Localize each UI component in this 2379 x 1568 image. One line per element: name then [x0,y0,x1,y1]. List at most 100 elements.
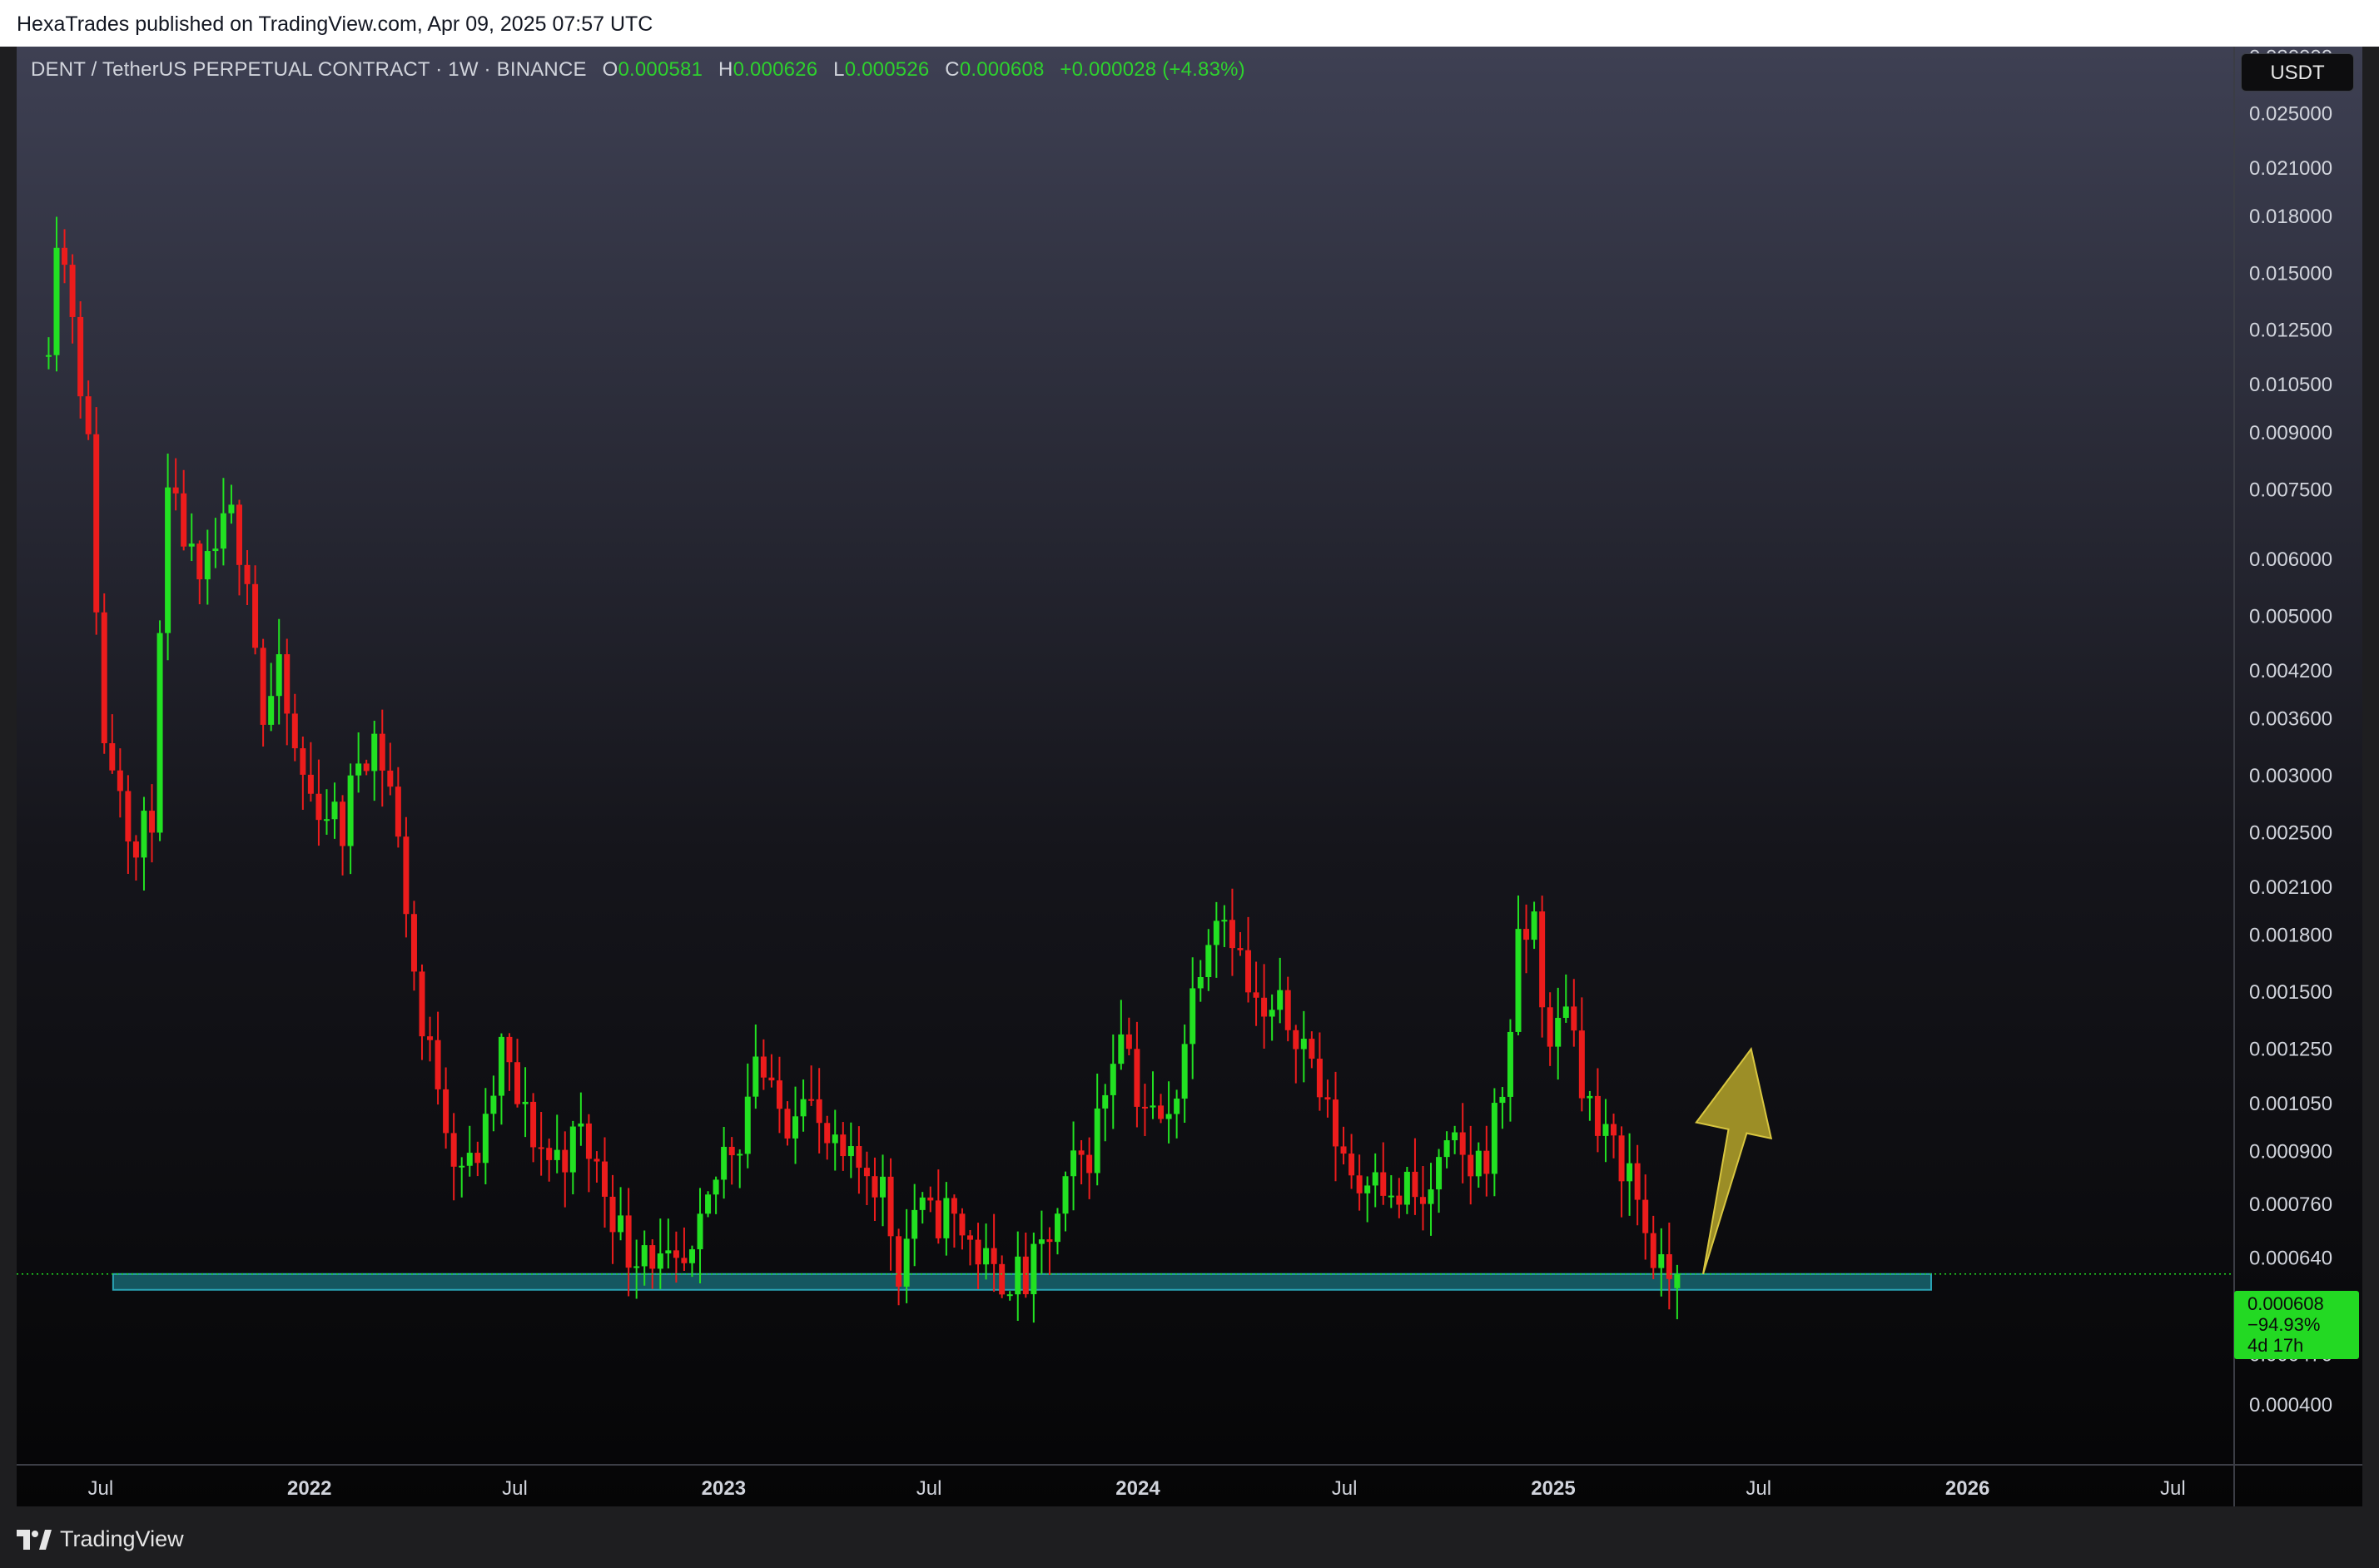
tradingview-brand-text: TradingView [60,1526,184,1551]
candle-body [172,487,179,494]
candle-body [1316,1059,1323,1098]
low-label: L [833,58,845,81]
candle-body [1293,1030,1299,1049]
price-tick-label: 0.021000 [2249,157,2332,180]
candle-body [554,1149,560,1160]
candle-body [165,487,171,633]
candle-body [1562,1006,1569,1019]
low-value: 0.000526 [844,58,930,81]
time-tick-label: Jul [916,1477,942,1500]
candle-body [291,713,298,749]
candle-body [569,1126,576,1173]
tradingview-logo[interactable]: TradingView [17,1526,184,1552]
candle-body [1403,1171,1410,1205]
candle-body [347,775,354,846]
price-tick-label: 0.018000 [2249,206,2332,228]
candle-body [1428,1189,1434,1204]
candle-body [149,811,156,833]
candle-body [737,1154,743,1156]
time-tick-label: 2026 [1945,1477,1989,1500]
candle-body [1412,1171,1418,1198]
candle-body [1594,1095,1601,1136]
candle-body [315,793,322,821]
candle-body [721,1146,728,1180]
candle-body [1468,1154,1474,1177]
candle-body [562,1149,569,1173]
candle-body [966,1235,973,1240]
candle-body [1602,1124,1609,1136]
candle-body [776,1080,782,1109]
time-tick-label: 2024 [1115,1477,1160,1500]
tradingview-logo-icon [17,1529,52,1550]
candle-body [1674,1273,1681,1288]
candle-body [1300,1039,1307,1049]
candle-body [1277,990,1284,1010]
candle-body [919,1197,926,1210]
candle-body [474,1153,481,1164]
currency-button[interactable]: USDT [2241,53,2354,92]
candle-countdown: 4d 17h [2247,1335,2304,1356]
candle-body [1356,1175,1363,1193]
price-tick-label: 0.012500 [2249,320,2332,342]
close-label: C [945,58,960,81]
candlestick-chart[interactable]: 0.0300000.0250000.0210000.0180000.015000… [17,47,2362,1506]
candle-body [594,1159,600,1162]
symbol-name: DENT / TetherUS PERPETUAL CONTRACT · 1W … [31,58,587,81]
candle-body [1459,1132,1466,1155]
candle-body [1491,1103,1497,1174]
candle-body [1261,997,1268,1017]
candle-body [983,1248,990,1265]
candle-body [1038,1239,1045,1244]
candle-body [665,1250,672,1254]
candle-body [1507,1031,1513,1097]
candle-body [1284,990,1291,1030]
footer: TradingView [0,1506,2379,1568]
price-tick-label: 0.003000 [2249,765,2332,787]
candle-body [1253,992,1259,998]
candle-body [1086,1154,1093,1174]
candle-body [69,265,76,317]
candle-body [498,1036,504,1096]
candle-body [1515,929,1522,1032]
candle-body [927,1197,934,1201]
candle-body [109,743,116,771]
candle-body [705,1194,712,1214]
chart-area[interactable]: 0.0300000.0250000.0210000.0180000.015000… [17,47,2362,1506]
candle-body [1054,1213,1060,1243]
candle-body [688,1249,695,1263]
candle-body [601,1161,608,1197]
candle-body [1070,1150,1077,1177]
price-tick-label: 0.007500 [2249,479,2332,501]
candle-body [1332,1099,1338,1147]
candle-body [236,504,242,565]
candle-body [514,1062,521,1104]
candle-body [1436,1157,1443,1190]
candle-body [625,1215,632,1268]
candle-body [673,1250,679,1258]
candle-body [85,396,92,434]
candle-body [824,1123,831,1144]
price-tick-label: 0.010500 [2249,374,2332,396]
time-tick-label: Jul [88,1477,114,1500]
candle-body [1555,1018,1562,1047]
candle-body [466,1153,473,1166]
candle-body [141,811,147,858]
support-zone[interactable] [112,1273,1932,1291]
candle-body [633,1266,640,1268]
candle-body [212,548,219,552]
time-tick-label: Jul [2160,1477,2186,1500]
candle-body [340,801,346,846]
price-tick-label: 0.025000 [2249,103,2332,126]
candle-body [752,1056,759,1097]
candle-body [403,836,410,915]
candle-body [1587,1095,1593,1099]
candle-body [443,1089,449,1134]
candle-body [410,914,417,972]
candle-body [1245,950,1252,993]
candle-body [450,1133,457,1167]
candle-body [538,1147,544,1149]
candle-body [125,791,132,842]
candle-body [1523,929,1530,940]
candle-body [959,1213,966,1236]
candle-body [228,504,235,514]
